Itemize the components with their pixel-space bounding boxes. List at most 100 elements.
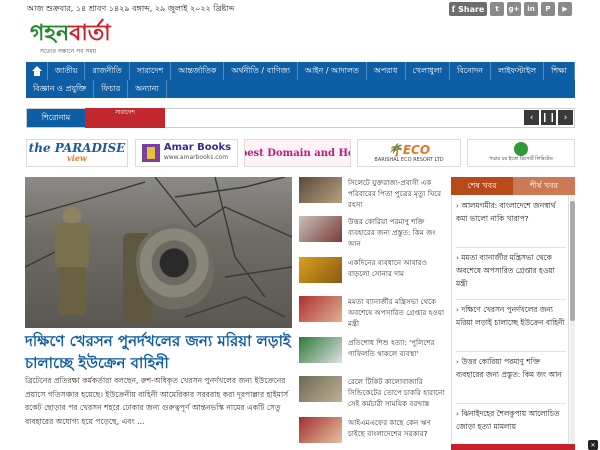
ticker-headline[interactable]: সারাদেশ [85,108,165,128]
ticker-next-button[interactable]: › [558,110,573,125]
list-item-text: ঝিনাইদহের শৈলকুপায় আলোচিত জোড়া হত্যা ম… [456,409,560,431]
panel-scrollbar[interactable] [570,195,575,450]
news-title: মমতা ব্যানার্জীর মন্ত্রিসভা থেকে অবশেষে … [348,297,445,328]
lead-summary: ব্রিটেনের প্রতিরক্ষা কর্মকর্তারা বলছেন, … [25,376,289,426]
list-item[interactable]: › উত্তর কোরিয়া পরমাণু শক্তি ব্যবহারের জ… [456,355,568,381]
logo-tagline: সত্যের সন্ধানে সব সময় [40,48,97,55]
bottom-ad-strip[interactable] [451,444,575,450]
list-item[interactable]: সিলেটে যুক্তরাজ্য-প্রবাসী এক পরিবারের পি… [299,177,445,211]
nav-item-feature[interactable]: ফিচার [94,80,129,98]
facebook-share-button[interactable]: f Share [449,2,487,16]
ad5-title: পদ্মার চর ইকো রিসোর্ট লিমিটেড [489,156,553,162]
list-item[interactable]: › মমতা ব্যানার্জীর মন্ত্রিসভা থেকে অবশেষ… [456,251,568,290]
divider [456,247,566,248]
nav-item-national[interactable]: জাতীয় [48,62,86,80]
nav-item-lifestyle[interactable]: লাইফস্টাইল [491,62,545,80]
social-links: f Share t g+ in P ▶ [449,2,572,16]
list-item-text: আলমগমীর: বাংলাদেশে জনস্বার্থ কমা ভালো না… [456,201,556,223]
ticker-pause-button[interactable]: ❙❙ [541,110,556,125]
close-icon[interactable]: ✕ [588,440,598,450]
ad-amar-books[interactable]: Amar Books www.amarbooks.com [135,139,238,167]
divider [456,299,566,300]
lead-headline[interactable]: দক্ষিণে খেরসন পুনর্দখলের জন্য মরিয়া লড়… [25,330,292,374]
ad-eco-resort[interactable]: 🌴ECO BARISHAL ECO RESORT LTD [357,139,461,167]
ad-banner-row: the PARADISE view Amar Books www.amarbooks… [26,139,575,167]
tab-top[interactable]: শীর্ষ খবর [513,177,575,195]
list-item[interactable]: › ঝিনাইদহের শৈলকুপায় আলোচিত জোড়া হত্যা… [456,407,568,433]
ad4-sub: BARISHAL ECO RESORT LTD [374,157,444,163]
divider [456,351,566,352]
site-logo[interactable]: গহনবার্তা সত্যের সন্ধানে সব সময় [30,22,140,56]
list-item[interactable]: উত্তর কোরিয়া পরমাণু শক্তি ব্যবহারের জন্… [299,216,445,250]
page: আজ শুক্রবার, ১৪ শ্রাবণ ১৪২৯ বঙ্গাব্দ, ২৯… [0,0,600,450]
list-item[interactable]: মমতা ব্যানার্জীর মন্ত্রিসভা থেকে অবশেষে … [299,296,445,330]
ad4-title: ECO [402,143,431,157]
top-bar: আজ শুক্রবার, ১৪ শ্রাবণ ১৪২৯ বঙ্গাব্দ, ২৯… [0,0,600,18]
news-title: একদিনের ব্যবধানে আবারও বাড়লো সোনার দাম [348,258,428,278]
news-thumbnail [299,296,342,322]
news-title: সিলেটে যুক্তরাজ্য-প্রবাসী এক পরিবারের পি… [348,178,442,209]
nav-item-country[interactable]: সারাদেশ [130,62,172,80]
list-item-text: উত্তর কোরিয়া পরমাণু শক্তি ব্যবহারের জন্… [456,357,562,379]
share-label: Share [458,4,485,14]
list-item[interactable]: › আলমগমীর: বাংলাদেশে জনস্বার্থ কমা ভালো … [456,199,568,225]
news-thumbnail [299,216,342,242]
nav-item-entertainment[interactable]: বিনোদন [450,62,492,80]
news-ticker: শিরোনাম সারাদেশ ‹ ❙❙ › [26,108,575,128]
books-icon [141,144,160,162]
nav-item-education[interactable]: শিক্ষা [544,62,575,80]
ad-domain-hosting[interactable]: Cheapest Domain and Hosting [244,139,351,167]
latest-news-list: › আলমগমীর: বাংলাদেশে জনস্বার্থ কমা ভালো … [451,195,569,450]
nav-home[interactable] [26,62,48,80]
news-thumbnail [299,417,342,443]
tab-latest[interactable]: শেষ খবর [451,177,513,195]
nav-item-science[interactable]: বিজ্ঞান ও প্রযুক্তি [26,80,95,98]
scrollbar-thumb[interactable] [570,201,575,321]
list-item[interactable]: রেলে টিকিট কালোবাজারি সিন্ডিকেটের তোপে চ… [299,376,445,410]
news-thumbnail [299,257,342,283]
news-thumbnail [299,177,342,203]
linkedin-icon[interactable]: in [524,2,538,16]
list-item-text: দক্ষিণে খেরসন পুনর্দখলের জন্য মরিয়া লড়… [456,305,565,327]
list-item[interactable]: প্রতিশোধ শিশু হত্যা: 'পুলিশের গাফিলতি থা… [299,337,445,371]
news-title: উত্তর কোরিয়া পরমাণু শক্তি ব্যবহারের জন্… [348,217,436,248]
ticker-label: শিরোনাম [27,109,85,127]
ad-paradise-view[interactable]: the PARADISE view [26,139,128,167]
nav-item-international[interactable]: আন্তর্জাতিক [171,62,225,80]
nav-item-sports[interactable]: খেলাধুলা [406,62,451,80]
ticker-prev-button[interactable]: ‹ [524,110,539,125]
nav-item-politics[interactable]: রাজনীতি [85,62,130,80]
list-item-text: মমতা ব্যানার্জীর মন্ত্রিসভা থেকে অবশেষে … [456,253,555,288]
news-title: আইএমএফের কাছে কেন ঋণ চাইছে বাংলাদেশের সর… [348,418,431,438]
youtube-icon[interactable]: ▶ [558,2,572,16]
list-item[interactable]: একদিনের ব্যবধানে আবারও বাড়লো সোনার দাম [299,257,445,291]
latest-news-panel: শেষ খবর শীর্ষ খবর › আলমগমীর: বাংলাদেশে জ… [451,177,575,450]
ticker-controls: ‹ ❙❙ › [524,110,573,125]
home-icon [31,66,42,76]
nav-item-crime[interactable]: অপরাধ [367,62,406,80]
news-thumbnail [299,337,342,363]
google-plus-icon[interactable]: g+ [507,2,521,16]
lead-news-image[interactable] [25,177,292,328]
pinterest-icon[interactable]: P [541,2,555,16]
nav-item-economy[interactable]: অর্থনীতি / বাণিজ্য [224,62,299,80]
news-tabs: শেষ খবর শীর্ষ খবর [451,177,575,195]
news-title: প্রতিশোধ শিশু হত্যা: 'পুলিশের গাফিলতি থা… [348,338,435,358]
facebook-icon: f [451,4,456,14]
logo-part2: বার্তা [69,21,111,46]
list-item[interactable]: আইএমএফের কাছে কেন ঋণ চাইছে বাংলাদেশের সর… [299,417,445,450]
nav-item-others[interactable]: অন্যান্য [128,80,167,98]
main-nav: জাতীয় রাজনীতি সারাদেশ আন্তর্জাতিক অর্থন… [26,62,575,98]
news-title: রেলে টিকিট কালোবাজারি সিন্ডিকেটের তোপে চ… [348,377,445,408]
divider [456,403,566,404]
logo-part1: গহন [30,21,70,46]
ad-padmar-char[interactable]: পদ্মার চর ইকো রিসোর্ট লিমিটেড [467,139,575,167]
nav-item-law[interactable]: আইন / আদালত [298,62,367,80]
ad2-sub: www.amarbooks.com [163,154,229,161]
soldier-figure [53,207,91,317]
leaf-logo-icon [514,142,528,156]
list-item[interactable]: › দক্ষিণে খেরসন পুনর্দখলের জন্য মরিয়া ল… [456,303,568,329]
ad2-title: Amar Books [163,142,232,153]
current-date: আজ শুক্রবার, ১৪ শ্রাবণ ১৪২৯ বঙ্গাব্দ, ২৯… [27,4,235,13]
twitter-icon[interactable]: t [490,2,504,16]
